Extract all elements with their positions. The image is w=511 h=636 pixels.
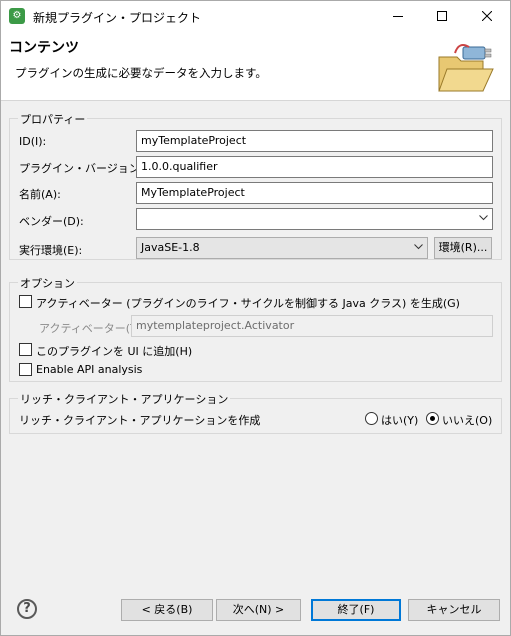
wizard-header: コンテンツ プラグインの生成に必要なデータを入力します。 <box>1 31 510 101</box>
environments-button[interactable]: 環境(R)... <box>434 237 492 259</box>
chevron-down-icon <box>479 215 488 221</box>
radio-selected-dot <box>430 416 435 421</box>
rcp-group-label: リッチ・クライアント・アプリケーション <box>18 391 231 407</box>
options-group-label: オプション <box>18 275 77 291</box>
ui-checkbox-label[interactable]: このプラグインを UI に追加(H) <box>36 343 192 359</box>
env-combo-value: JavaSE-1.8 <box>141 241 200 254</box>
name-field[interactable]: MyTemplateProject <box>136 182 493 204</box>
page-description: プラグインの生成に必要なデータを入力します。 <box>15 66 267 80</box>
rcp-no-label[interactable]: いいえ(O) <box>442 412 492 428</box>
vendor-combo[interactable] <box>136 208 493 230</box>
activator-checkbox[interactable] <box>19 295 32 308</box>
env-label: 実行環境(E): <box>19 244 83 257</box>
finish-button[interactable]: 終了(F) <box>311 599 401 621</box>
rcp-no-radio[interactable] <box>426 412 439 425</box>
dialog-window: ⚙ 新規プラグイン・プロジェクト コンテンツ プラグインの生成に必要なデータを入… <box>0 0 511 636</box>
maximize-button[interactable] <box>420 1 464 31</box>
properties-group-label: プロパティー <box>18 111 88 127</box>
minimize-button[interactable] <box>376 1 420 31</box>
wizard-content: プロパティー ID(I): myTemplateProject プラグイン・バー… <box>1 101 510 587</box>
window-title: 新規プラグイン・プロジェクト <box>33 11 202 25</box>
minimize-icon <box>393 16 403 17</box>
folder-plugin-illustration <box>438 44 494 92</box>
plugin-icon: ⚙ <box>9 8 25 24</box>
maximize-icon <box>437 11 447 21</box>
title-bar: ⚙ 新規プラグイン・プロジェクト <box>1 1 510 31</box>
next-button[interactable]: 次へ(N) > <box>216 599 301 621</box>
wizard-footer: ? < 戻る(B) 次へ(N) > 終了(F) キャンセル <box>1 587 510 635</box>
activator-field: mytemplateproject.Activator <box>131 315 493 337</box>
activator-checkbox-label[interactable]: アクティベーター (プラグインのライフ・サイクルを制御する Java クラス) … <box>36 295 460 311</box>
rcp-yes-radio[interactable] <box>365 412 378 425</box>
id-field[interactable]: myTemplateProject <box>136 130 493 152</box>
close-button[interactable] <box>465 1 509 31</box>
rcp-question: リッチ・クライアント・アプリケーションを作成 <box>19 414 261 427</box>
help-icon[interactable]: ? <box>17 599 37 619</box>
close-icon <box>482 11 492 21</box>
api-analysis-checkbox-label[interactable]: Enable API analysis <box>36 363 142 376</box>
ui-checkbox[interactable] <box>19 343 32 356</box>
version-field[interactable]: 1.0.0.qualifier <box>136 156 493 178</box>
cancel-button[interactable]: キャンセル <box>408 599 500 621</box>
vendor-label: ベンダー(D): <box>19 215 84 228</box>
page-title: コンテンツ <box>9 40 79 56</box>
chevron-down-icon <box>414 244 423 250</box>
back-button[interactable]: < 戻る(B) <box>121 599 213 621</box>
id-label: ID(I): <box>19 135 47 148</box>
api-analysis-checkbox[interactable] <box>19 363 32 376</box>
name-label: 名前(A): <box>19 188 61 201</box>
env-combo[interactable]: JavaSE-1.8 <box>136 237 428 259</box>
activator-field-label: アクティベーター(T): <box>39 322 145 335</box>
rcp-yes-label[interactable]: はい(Y) <box>381 412 418 428</box>
